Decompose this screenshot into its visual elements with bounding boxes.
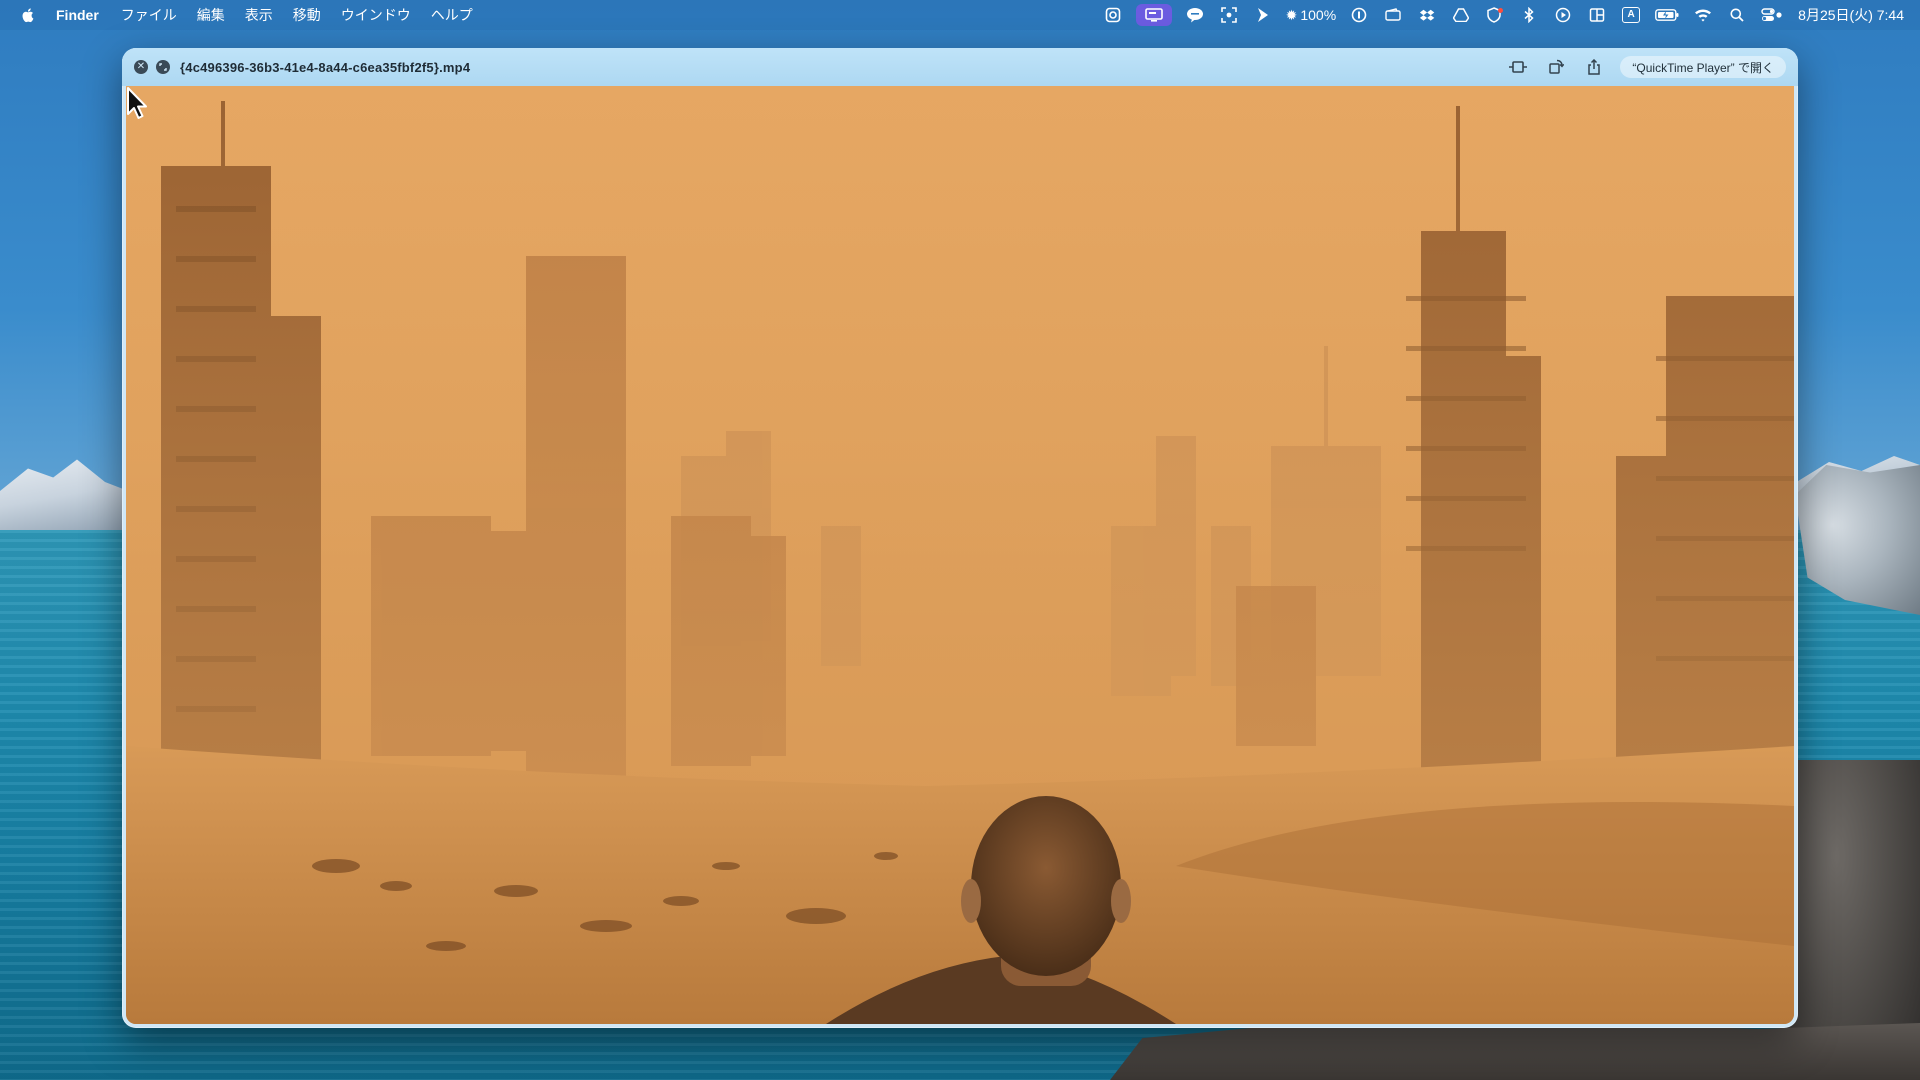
dropbox-icon[interactable]	[1416, 4, 1438, 26]
rotate-button[interactable]	[1544, 55, 1568, 79]
trim-button[interactable]	[1506, 55, 1530, 79]
menu-window[interactable]: ウインドウ	[341, 5, 411, 25]
titlebar-actions: “QuickTime Player” で開く	[1492, 55, 1798, 79]
search-icon[interactable]	[1726, 4, 1748, 26]
window-layout-icon[interactable]	[1586, 4, 1608, 26]
open-with-quicktime-button[interactable]: “QuickTime Player” で開く	[1620, 56, 1786, 78]
menu-bar: Finder ファイル 編集 表示 移動 ウインドウ ヘルプ ✹ 100% A …	[0, 0, 1920, 30]
vpn-shield-icon[interactable]	[1484, 4, 1506, 26]
brightness-indicator[interactable]: ✹ 100%	[1286, 7, 1337, 24]
menu-bar-left: Finder ファイル 編集 表示 移動 ウインドウ ヘルプ	[0, 5, 493, 25]
password-manager-icon[interactable]	[1348, 4, 1370, 26]
battery-icon[interactable]	[1654, 4, 1680, 26]
screenshot-icon[interactable]	[1218, 4, 1240, 26]
fullscreen-icon	[159, 63, 167, 71]
video-frame-illustration	[126, 86, 1794, 1024]
sun-icon: ✹	[1285, 6, 1298, 23]
share-button[interactable]	[1582, 55, 1606, 79]
display-mirror-icon[interactable]	[1135, 4, 1172, 26]
share-icon	[1588, 59, 1601, 75]
video-preview[interactable]	[126, 86, 1794, 1024]
menu-file[interactable]: ファイル	[121, 5, 177, 25]
menu-edit[interactable]: 編集	[197, 5, 225, 25]
control-center-icon[interactable]	[1760, 4, 1784, 26]
mouse-cursor-icon	[127, 87, 147, 119]
rotate-icon	[1549, 59, 1565, 74]
menu-view[interactable]: 表示	[245, 5, 273, 25]
creative-cloud-icon[interactable]	[1102, 4, 1124, 26]
close-button[interactable]: ✕	[134, 60, 148, 74]
close-icon: ✕	[136, 61, 146, 72]
drive-icon[interactable]	[1450, 4, 1472, 26]
wifi-icon[interactable]	[1692, 4, 1714, 26]
menu-go[interactable]: 移動	[293, 5, 321, 25]
input-method-label: A	[1622, 7, 1641, 23]
window-titlebar[interactable]: ✕ {4c496396-36b3-41e4-8a44-c6ea35fbf2f5}…	[122, 48, 1798, 86]
play-icon[interactable]	[1552, 4, 1574, 26]
window-filename: {4c496396-36b3-41e4-8a44-c6ea35fbf2f5}.m…	[180, 59, 471, 75]
fullscreen-button[interactable]	[156, 60, 170, 74]
shortcut-arrow-icon[interactable]	[1252, 4, 1274, 26]
menu-help[interactable]: ヘルプ	[431, 5, 473, 25]
quicklook-window: ✕ {4c496396-36b3-41e4-8a44-c6ea35fbf2f5}…	[122, 48, 1798, 1028]
line-chat-icon[interactable]	[1184, 4, 1206, 26]
brightness-value: 100%	[1300, 7, 1337, 23]
wallet-icon[interactable]	[1382, 4, 1404, 26]
menu-app-name[interactable]: Finder	[56, 7, 99, 23]
menu-bar-clock[interactable]: 8月25日(火) 7:44	[1798, 5, 1904, 25]
input-method-icon[interactable]: A	[1620, 4, 1642, 26]
menu-bar-status: ✹ 100% A 8月25日(火) 7:44	[1090, 4, 1920, 26]
apple-menu-icon[interactable]	[20, 7, 36, 23]
trim-icon	[1509, 61, 1528, 73]
bluetooth-icon[interactable]	[1518, 4, 1540, 26]
